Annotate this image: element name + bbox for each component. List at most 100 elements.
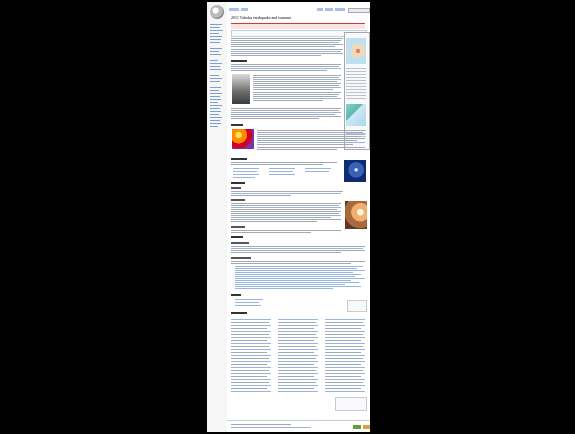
- reference-item[interactable]: [325, 355, 365, 356]
- sidebar-link[interactable]: [210, 27, 220, 28]
- reference-item[interactable]: [278, 355, 318, 356]
- reference-item[interactable]: [325, 337, 365, 338]
- list-item[interactable]: [305, 171, 329, 172]
- list-item[interactable]: [233, 168, 259, 169]
- reference-item[interactable]: [278, 373, 318, 374]
- reference-item[interactable]: [231, 361, 271, 362]
- satellite-image-thumbnail[interactable]: [344, 160, 366, 182]
- reference-item[interactable]: [325, 385, 365, 386]
- list-item[interactable]: [235, 270, 365, 271]
- sidebar-link[interactable]: [210, 105, 222, 106]
- reference-item[interactable]: [231, 349, 271, 350]
- reference-item[interactable]: [231, 325, 271, 326]
- sidebar-link[interactable]: [210, 33, 219, 34]
- list-item[interactable]: [269, 174, 295, 175]
- list-item[interactable]: [235, 284, 345, 285]
- sidebar-link[interactable]: [210, 102, 218, 103]
- sidebar-link[interactable]: [210, 42, 220, 43]
- list-item[interactable]: [235, 272, 353, 273]
- sidebar-link[interactable]: [210, 90, 219, 91]
- sidebar-link[interactable]: [210, 54, 221, 55]
- reference-item[interactable]: [278, 391, 318, 392]
- list-item[interactable]: [235, 276, 355, 277]
- reference-item[interactable]: [278, 385, 318, 386]
- reference-item[interactable]: [278, 361, 318, 362]
- reference-item[interactable]: [278, 319, 318, 320]
- reference-item[interactable]: [231, 319, 271, 320]
- list-item[interactable]: [235, 288, 333, 289]
- reference-item[interactable]: [231, 337, 271, 338]
- reference-item[interactable]: [231, 391, 271, 392]
- sidebar-link[interactable]: [210, 96, 220, 97]
- reference-item[interactable]: [231, 343, 271, 344]
- reference-item[interactable]: [278, 331, 318, 332]
- sidebar-link[interactable]: [210, 66, 220, 67]
- reference-item[interactable]: [231, 373, 271, 374]
- tab-article[interactable]: [229, 8, 239, 11]
- powered-by-badge-icon[interactable]: [363, 425, 370, 429]
- list-item[interactable]: [235, 268, 357, 269]
- reference-item[interactable]: [325, 319, 365, 320]
- sidebar-link[interactable]: [210, 63, 222, 64]
- reference-item[interactable]: [325, 331, 365, 332]
- list-item[interactable]: [233, 177, 255, 178]
- portal-box[interactable]: [347, 300, 367, 312]
- explosion-photo-thumbnail[interactable]: [345, 201, 367, 229]
- reference-item[interactable]: [325, 325, 365, 326]
- tab-history[interactable]: [335, 8, 345, 11]
- sidebar-link[interactable]: [210, 30, 223, 31]
- reference-item[interactable]: [325, 343, 365, 344]
- external-links-box[interactable]: [335, 397, 367, 411]
- list-item[interactable]: [305, 168, 331, 169]
- sidebar-link[interactable]: [210, 111, 221, 112]
- tab-read[interactable]: [317, 8, 323, 11]
- sidebar-link[interactable]: [210, 51, 219, 52]
- sidebar-link[interactable]: [210, 69, 221, 70]
- reference-item[interactable]: [278, 337, 318, 338]
- list-item[interactable]: [235, 299, 263, 300]
- sidebar-link[interactable]: [210, 93, 222, 94]
- reference-item[interactable]: [325, 361, 365, 362]
- sidebar-link[interactable]: [210, 114, 219, 115]
- sidebar-link[interactable]: [210, 75, 219, 76]
- site-logo-icon[interactable]: [210, 5, 224, 19]
- wikimedia-badge-icon[interactable]: [353, 425, 361, 429]
- list-item[interactable]: [269, 168, 295, 169]
- reference-item[interactable]: [325, 349, 365, 350]
- reference-item[interactable]: [325, 373, 365, 374]
- reference-item[interactable]: [325, 379, 365, 380]
- sidebar-link[interactable]: [210, 120, 220, 121]
- reference-item[interactable]: [278, 349, 318, 350]
- sidebar-link[interactable]: [210, 126, 218, 127]
- sidebar-link[interactable]: [210, 36, 222, 37]
- photo-thumbnail[interactable]: [232, 74, 250, 104]
- tab-talk[interactable]: [241, 8, 248, 11]
- list-item[interactable]: [233, 171, 257, 172]
- reference-item[interactable]: [325, 391, 365, 392]
- sidebar-link[interactable]: [210, 87, 221, 88]
- list-item[interactable]: [235, 286, 361, 287]
- reference-item[interactable]: [231, 331, 271, 332]
- reference-item[interactable]: [231, 379, 271, 380]
- sidebar-link[interactable]: [210, 99, 221, 100]
- sidebar-link[interactable]: [210, 123, 221, 124]
- sidebar-link[interactable]: [210, 60, 218, 61]
- reference-item[interactable]: [231, 355, 271, 356]
- tab-edit[interactable]: [325, 8, 333, 11]
- reference-item[interactable]: [278, 325, 318, 326]
- list-item[interactable]: [235, 278, 365, 279]
- list-item[interactable]: [235, 280, 351, 281]
- reference-item[interactable]: [231, 385, 271, 386]
- list-item[interactable]: [235, 305, 261, 306]
- list-item[interactable]: [269, 171, 293, 172]
- reference-item[interactable]: [325, 367, 365, 368]
- sidebar-link[interactable]: [210, 48, 222, 49]
- reference-item[interactable]: [231, 367, 271, 368]
- reference-item[interactable]: [278, 379, 318, 380]
- sidebar-link[interactable]: [210, 78, 222, 79]
- infobox-map[interactable]: [346, 38, 366, 64]
- sidebar-link[interactable]: [210, 108, 220, 109]
- list-item[interactable]: [235, 282, 359, 283]
- sidebar-link[interactable]: [210, 81, 220, 82]
- tsunami-map-thumbnail[interactable]: [232, 129, 254, 149]
